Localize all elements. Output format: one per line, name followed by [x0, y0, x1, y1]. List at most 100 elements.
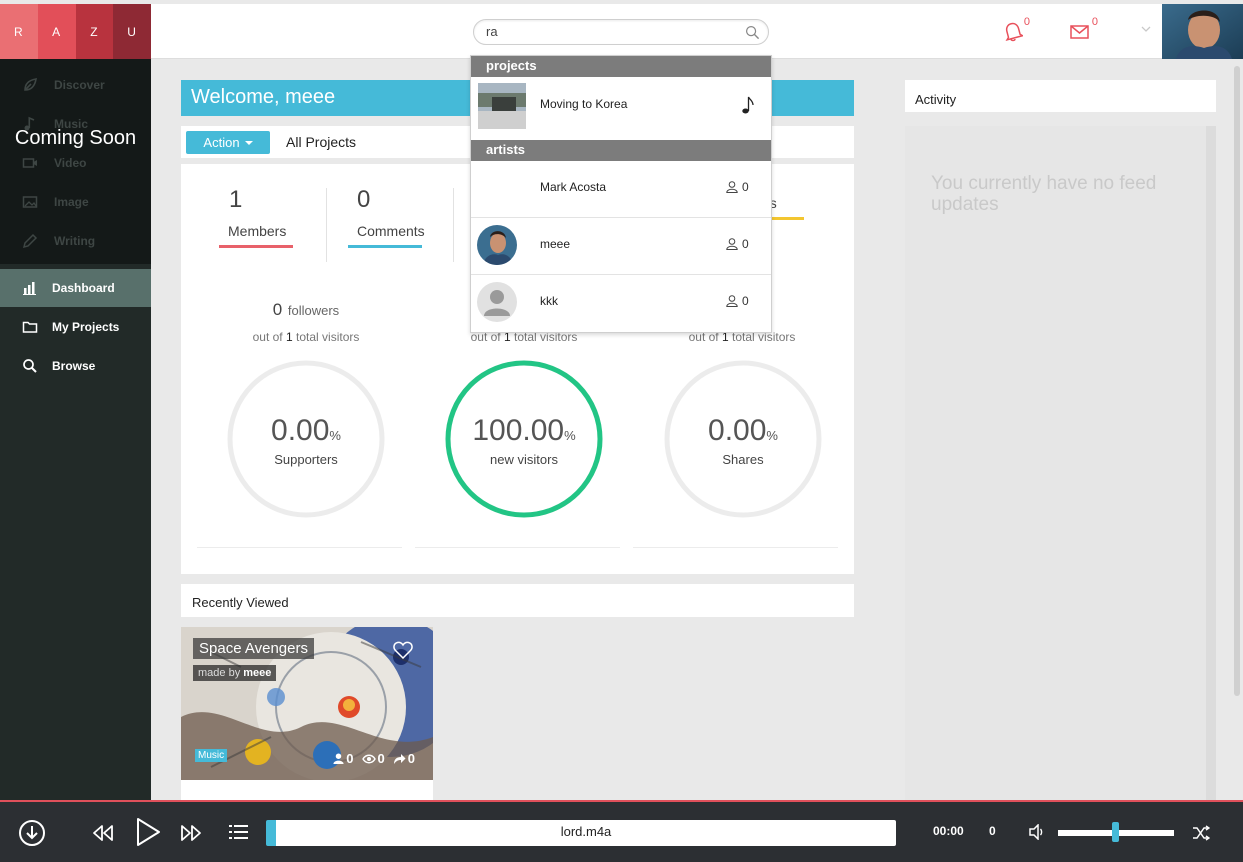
- artist-result[interactable]: meee 0: [471, 218, 771, 275]
- project-title[interactable]: Space Avengers: [193, 638, 314, 659]
- artist-name: meee: [540, 237, 571, 251]
- logo[interactable]: R A Z U: [0, 4, 151, 59]
- gauge-text: 0.00% Shares: [664, 414, 822, 467]
- artist-name: kkk: [540, 294, 558, 308]
- visitors-line: out of 1 total visitors: [197, 330, 415, 344]
- gauge-supporters: 0.00% Supporters: [227, 360, 385, 518]
- project-result[interactable]: Moving to Korea: [471, 77, 771, 140]
- user-avatar[interactable]: [1162, 4, 1243, 59]
- gauge-label: Shares: [722, 452, 764, 467]
- pencil-icon: [22, 233, 38, 249]
- divider: [326, 188, 327, 262]
- play-icon[interactable]: [134, 817, 162, 847]
- activity-empty-message: You currently have no feed updates: [931, 173, 1157, 215]
- action-label: Action: [203, 135, 240, 150]
- views-count: 0: [377, 751, 385, 766]
- artist-count-value: 0: [742, 237, 749, 251]
- gauge-text: 100.00% new visitors: [445, 414, 603, 467]
- volume-slider-handle[interactable]: [1112, 822, 1119, 842]
- sidebar-item-browse[interactable]: Browse: [0, 347, 151, 385]
- artist-result[interactable]: Mark Acosta 0: [471, 161, 771, 218]
- followers-line: 0 followers: [197, 300, 415, 320]
- page-scrollbar[interactable]: [1234, 66, 1240, 696]
- project-card-footer: [181, 780, 433, 800]
- artist-result[interactable]: kkk 0: [471, 275, 771, 332]
- stat-members: 1 Members: [219, 186, 293, 248]
- stat-number: 1: [229, 186, 243, 213]
- sidebar-item-label: Browse: [52, 359, 96, 373]
- gauge-text: 0.00% Supporters: [227, 414, 385, 467]
- messages-button[interactable]: 0: [1069, 16, 1098, 44]
- gauge-value: 0.00: [708, 414, 767, 447]
- caret-down-icon: [244, 140, 253, 145]
- download-icon[interactable]: [18, 819, 46, 847]
- search-icon[interactable]: [745, 25, 760, 40]
- rewind-icon[interactable]: [92, 824, 114, 842]
- divider: [453, 188, 454, 262]
- visitors-count: 1: [285, 330, 293, 344]
- artist-avatar: [477, 225, 517, 265]
- top-bar: 0 0: [151, 4, 1243, 59]
- sidebar-item-label: Writing: [54, 233, 96, 248]
- gauge-unit: %: [766, 428, 778, 443]
- followers-label: followers: [287, 303, 340, 318]
- notifications-button[interactable]: 0: [1003, 16, 1030, 44]
- volume-icon[interactable]: [1028, 824, 1046, 840]
- logo-letter: U: [113, 4, 151, 59]
- sidebar-item-image: Image: [0, 182, 151, 221]
- shuffle-icon[interactable]: [1192, 825, 1210, 841]
- sidebar-item-writing: Writing: [0, 221, 151, 260]
- sidebar-item-discover: Discover: [0, 65, 151, 104]
- notification-count: 0: [1023, 16, 1030, 28]
- activity-feed: You currently have no feed updates: [905, 126, 1216, 800]
- category-tag[interactable]: Music: [195, 749, 228, 762]
- logo-letter: A: [37, 4, 76, 59]
- search-box[interactable]: [473, 19, 769, 45]
- shares-stat: 0: [393, 751, 415, 766]
- project-stats: 0 0 0: [333, 751, 415, 766]
- projects-section-heading: projects: [471, 56, 771, 77]
- account-menu-toggle[interactable]: [1141, 26, 1151, 34]
- views-stat: 0: [361, 751, 385, 766]
- track-progress-bar[interactable]: lord.m4a: [266, 820, 896, 846]
- sidebar-item-dashboard[interactable]: Dashboard: [0, 269, 151, 307]
- project-author[interactable]: meee: [243, 667, 271, 679]
- sidebar-item-my-projects[interactable]: My Projects: [0, 308, 151, 346]
- followers-count: 0: [272, 300, 283, 319]
- main-nav: Dashboard My Projects Browse: [0, 269, 151, 385]
- sidebar-item-label: Discover: [54, 77, 105, 92]
- action-dropdown-button[interactable]: Action: [186, 131, 270, 154]
- folder-icon: [22, 319, 38, 335]
- music-note-icon: [741, 95, 755, 115]
- default-avatar-icon: [477, 282, 517, 322]
- project-byline: made by meee: [193, 665, 277, 681]
- gauge-new-visitors: 100.00% new visitors: [445, 360, 603, 518]
- search-icon: [22, 358, 38, 374]
- likes-count: 0: [346, 751, 354, 766]
- all-projects-label: All Projects: [286, 134, 357, 150]
- fast-forward-icon[interactable]: [180, 824, 202, 842]
- project-result-name: Moving to Korea: [540, 97, 628, 111]
- divider: [633, 547, 838, 548]
- playlist-icon[interactable]: [228, 824, 250, 840]
- project-card[interactable]: Space Avengers made by meee Music 0 0 0: [181, 627, 433, 780]
- gauge-label: Supporters: [274, 452, 338, 467]
- activity-scrollbar[interactable]: [1206, 126, 1216, 800]
- user-outline-icon: [726, 295, 738, 307]
- shares-count: 0: [407, 751, 415, 766]
- heart-icon[interactable]: [393, 641, 413, 659]
- leaf-icon: [22, 77, 38, 93]
- sidebar-item-label: My Projects: [52, 320, 120, 334]
- search-input[interactable]: [486, 24, 736, 39]
- activity-heading: Activity: [905, 80, 1216, 112]
- artists-section-heading: artists: [471, 140, 771, 161]
- gauge-unit: %: [329, 428, 341, 443]
- bar-chart-icon: [22, 280, 38, 296]
- track-time: 00:00: [933, 824, 964, 838]
- stat-underline: [348, 245, 422, 248]
- message-count: 0: [1091, 16, 1098, 28]
- user-outline-icon: [726, 181, 738, 193]
- logo-letter: Z: [75, 4, 114, 59]
- search-results-dropdown: projects Moving to Korea artists Mark Ac…: [470, 55, 772, 333]
- recently-viewed-heading: Recently Viewed: [181, 584, 854, 617]
